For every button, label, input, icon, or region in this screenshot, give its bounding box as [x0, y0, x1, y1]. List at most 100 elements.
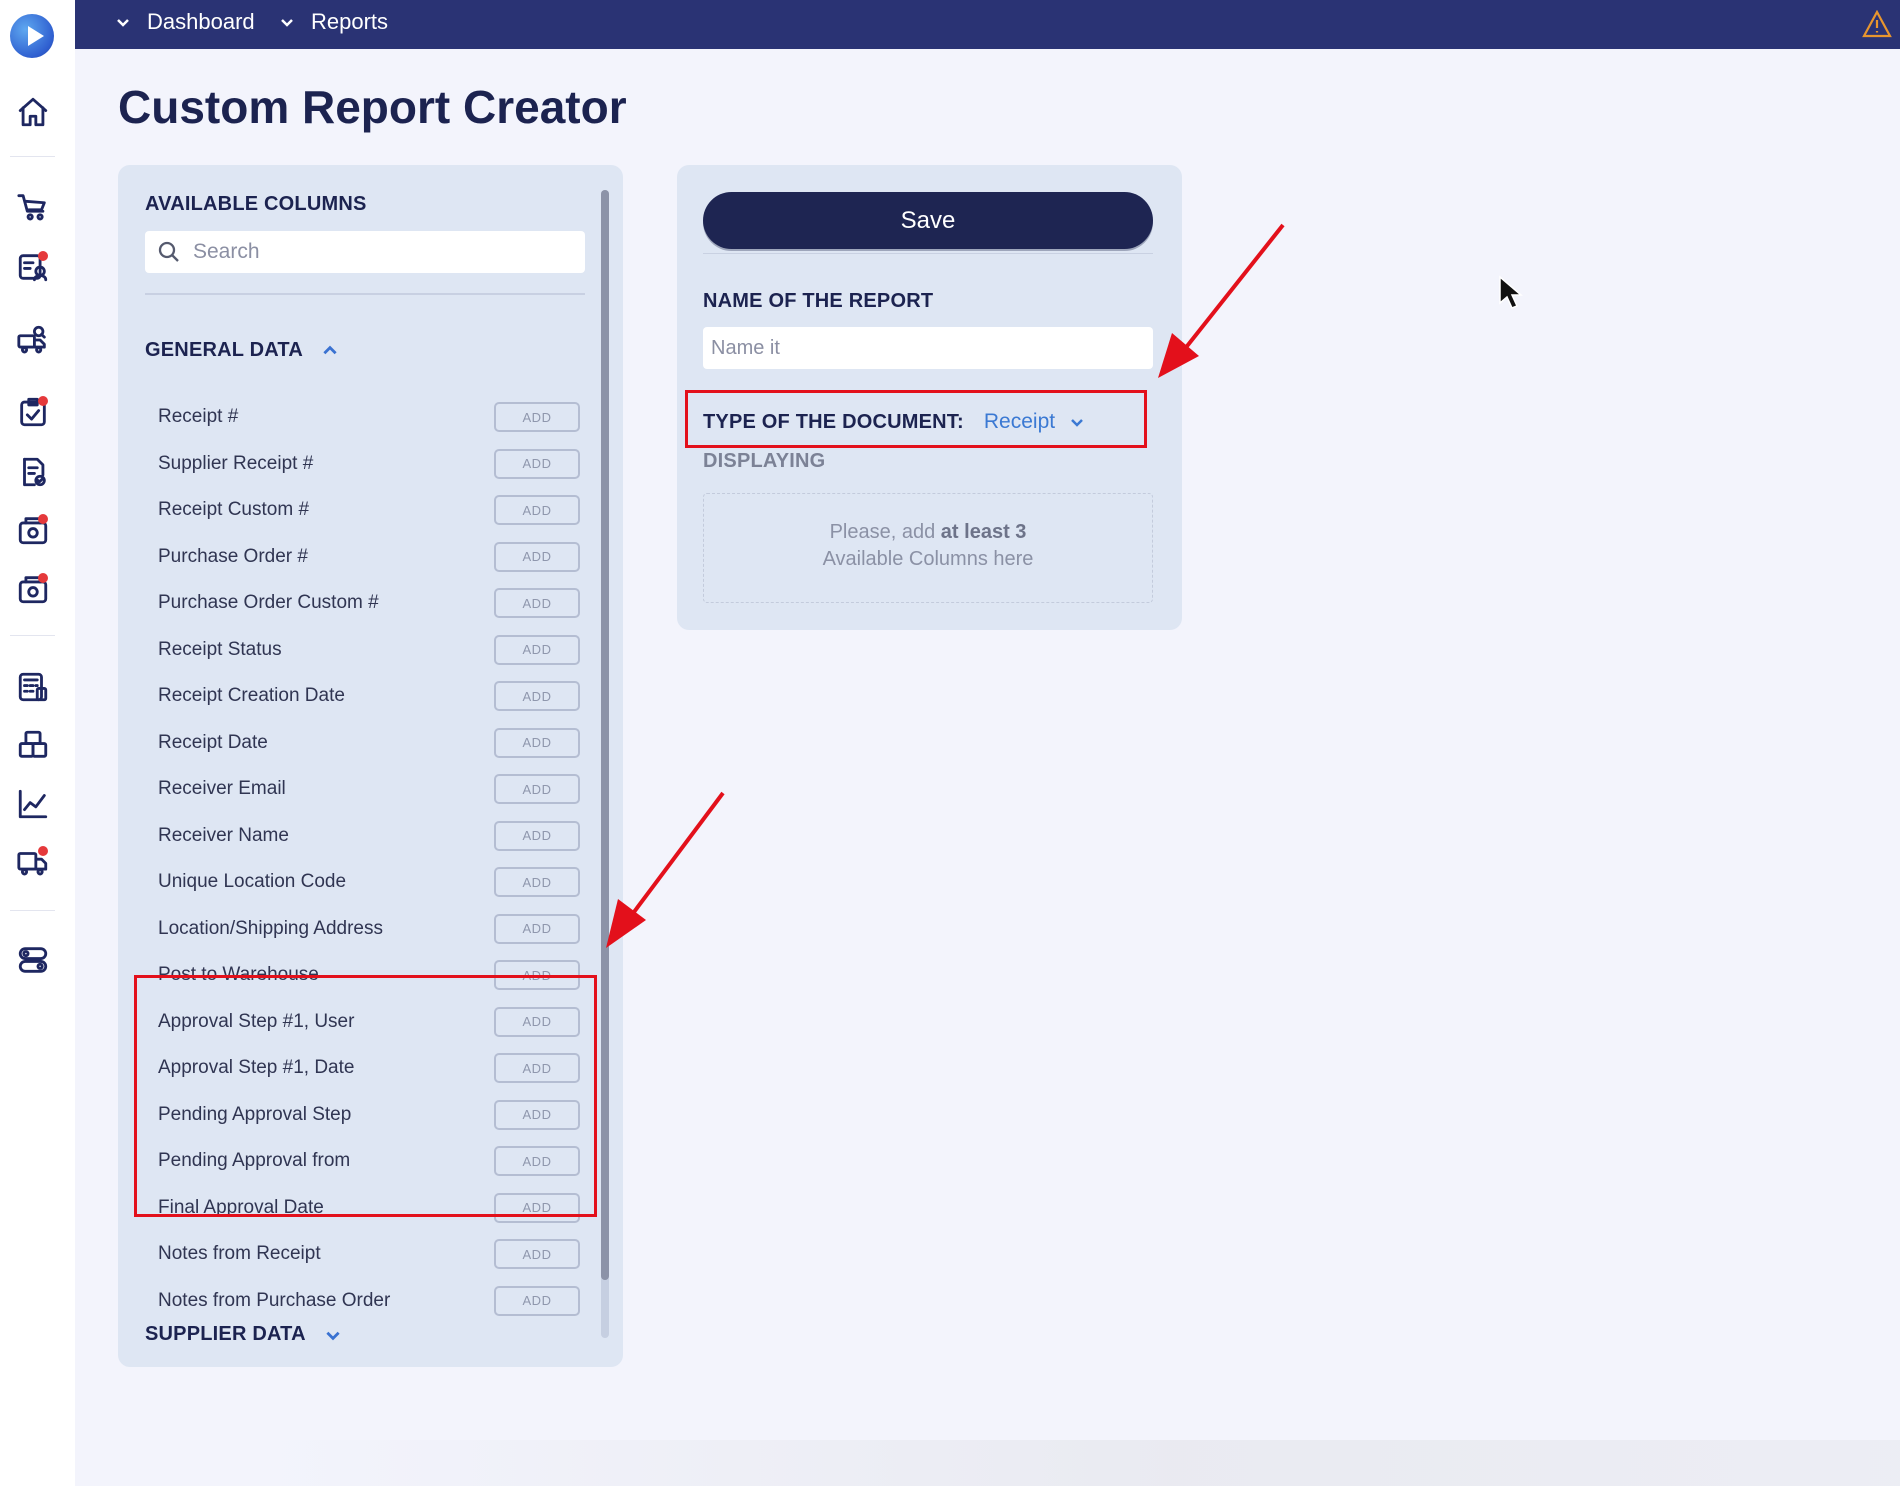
- page-title: Custom Report Creator: [118, 81, 627, 133]
- warning-icon[interactable]: [1862, 9, 1892, 38]
- delivery-truck-icon[interactable]: [16, 845, 50, 879]
- column-item-label: Receipt Date: [158, 731, 268, 753]
- column-item: Purchase Order # ADD: [158, 534, 580, 580]
- breadcrumb-label: Dashboard: [147, 9, 255, 34]
- home-icon[interactable]: [16, 95, 50, 129]
- box-camera-icon[interactable]: [16, 572, 50, 606]
- chevron-down-icon: [117, 19, 129, 27]
- column-item: Receipt Custom # ADD: [158, 487, 580, 533]
- column-item: Receiver Email ADD: [158, 766, 580, 812]
- general-data-group-toggle[interactable]: GENERAL DATA: [145, 339, 339, 362]
- displaying-drop-zone[interactable]: Please, add at least 3 Available Columns…: [703, 493, 1153, 603]
- column-item-label: Unique Location Code: [158, 871, 347, 892]
- add-column-button[interactable]: ADD: [494, 541, 580, 572]
- scrollbar-thumb[interactable]: [601, 190, 609, 1280]
- settings-toggle-icon[interactable]: [16, 943, 50, 977]
- add-column-button[interactable]: ADD: [494, 448, 580, 479]
- add-column-button[interactable]: ADD: [494, 495, 580, 525]
- annotation-highlight-box: [685, 390, 1147, 448]
- column-item-label: Purchase Order Custom #: [158, 592, 379, 613]
- column-item-label: Purchase Order #: [158, 545, 308, 567]
- top-bar: Dashboard Reports: [75, 0, 1900, 49]
- annotation-highlight-box: [134, 975, 597, 1217]
- notification-dot: [38, 396, 48, 406]
- add-column-button[interactable]: ADD: [494, 634, 580, 665]
- column-item: Location/Shipping Address ADD: [158, 906, 580, 952]
- add-column-button[interactable]: ADD: [494, 820, 580, 851]
- add-column-button[interactable]: ADD: [494, 402, 580, 432]
- add-column-button[interactable]: ADD: [494, 774, 580, 804]
- breadcrumb-reports[interactable]: Reports: [279, 0, 388, 44]
- add-column-button[interactable]: ADD: [494, 913, 580, 944]
- column-item-label: Receipt #: [158, 406, 239, 427]
- drop-hint-text-2: Available Columns here: [822, 548, 1034, 570]
- boxes-icon[interactable]: [16, 728, 50, 762]
- add-column-button[interactable]: ADD: [494, 867, 580, 897]
- column-item-label: Receipt Custom #: [158, 499, 310, 520]
- breadcrumb-label: Reports: [311, 9, 389, 34]
- nav-divider: [10, 910, 55, 911]
- available-columns-heading: AVAILABLE COLUMNS: [145, 193, 367, 215]
- column-item: Receipt Creation Date ADD: [158, 673, 580, 719]
- search-divider: [145, 293, 585, 295]
- app-logo[interactable]: [10, 14, 54, 58]
- bottom-shadow: [75, 1440, 1900, 1486]
- calculator-icon[interactable]: [16, 670, 50, 704]
- column-item: Receipt # ADD: [158, 394, 580, 440]
- column-item-label: Notes from Receipt: [158, 1243, 321, 1264]
- group-label: GENERAL DATA: [145, 339, 303, 361]
- column-item: Receiver Name ADD: [158, 813, 580, 859]
- notification-dot: [38, 514, 48, 524]
- group-label: SUPPLIER DATA: [145, 1323, 306, 1345]
- breadcrumb-dashboard[interactable]: Dashboard: [115, 0, 255, 44]
- clipboard-check-icon[interactable]: [16, 395, 50, 429]
- annotation-arrow: [606, 791, 725, 948]
- search-input[interactable]: [193, 240, 573, 264]
- displaying-label: DISPLAYING: [703, 450, 826, 472]
- column-item: Supplier Receipt # ADD: [158, 441, 580, 487]
- column-item: Receipt Status ADD: [158, 627, 580, 673]
- search-icon: [158, 241, 179, 262]
- add-column-button[interactable]: ADD: [494, 727, 580, 758]
- column-item-label: Receipt Creation Date: [158, 685, 345, 706]
- document-check-icon[interactable]: [16, 455, 50, 489]
- divider: [703, 253, 1153, 254]
- column-item: Notes from Receipt ADD: [158, 1231, 580, 1277]
- drop-hint-bold: at least 3: [940, 521, 1027, 543]
- nav-divider: [10, 156, 55, 157]
- chevron-down-icon: [281, 19, 293, 27]
- notification-dot: [38, 251, 48, 261]
- mouse-cursor-icon: [1499, 275, 1524, 309]
- drop-hint-text: Please, add: [829, 521, 936, 543]
- annotation-arrow: [1158, 223, 1285, 378]
- add-column-button[interactable]: ADD: [494, 588, 580, 618]
- report-name-label: NAME OF THE REPORT: [703, 290, 934, 312]
- save-button[interactable]: Save: [703, 192, 1153, 249]
- add-column-button[interactable]: ADD: [494, 681, 580, 711]
- box-camera-icon[interactable]: [16, 513, 50, 547]
- column-item-label: Receipt Status: [158, 638, 282, 660]
- notification-dot: [38, 573, 48, 583]
- column-item-label: Receiver Name: [158, 824, 289, 846]
- chevron-down-icon: [326, 1331, 340, 1340]
- search-box: [145, 231, 585, 273]
- sidebar: [0, 0, 75, 1486]
- notification-dot: [38, 846, 48, 856]
- approval-user-icon[interactable]: [16, 250, 50, 284]
- chart-line-icon[interactable]: [16, 787, 50, 821]
- supplier-data-group-toggle[interactable]: SUPPLIER DATA: [145, 1323, 342, 1346]
- column-item-label: Receiver Email: [158, 778, 286, 799]
- report-name-input[interactable]: [703, 327, 1153, 369]
- chevron-up-icon: [323, 345, 337, 354]
- column-item-label: Supplier Receipt #: [158, 452, 314, 474]
- truck-search-icon[interactable]: [16, 323, 50, 357]
- cart-icon[interactable]: [16, 190, 50, 224]
- add-column-button[interactable]: ADD: [494, 1285, 580, 1316]
- column-item: Purchase Order Custom # ADD: [158, 580, 580, 626]
- column-item-label: Location/Shipping Address: [158, 917, 383, 939]
- add-column-button[interactable]: ADD: [494, 1239, 580, 1269]
- nav-divider: [10, 635, 55, 636]
- column-item: Receipt Date ADD: [158, 720, 580, 766]
- column-item: Notes from Purchase Order ADD: [158, 1278, 580, 1324]
- column-item: Unique Location Code ADD: [158, 859, 580, 905]
